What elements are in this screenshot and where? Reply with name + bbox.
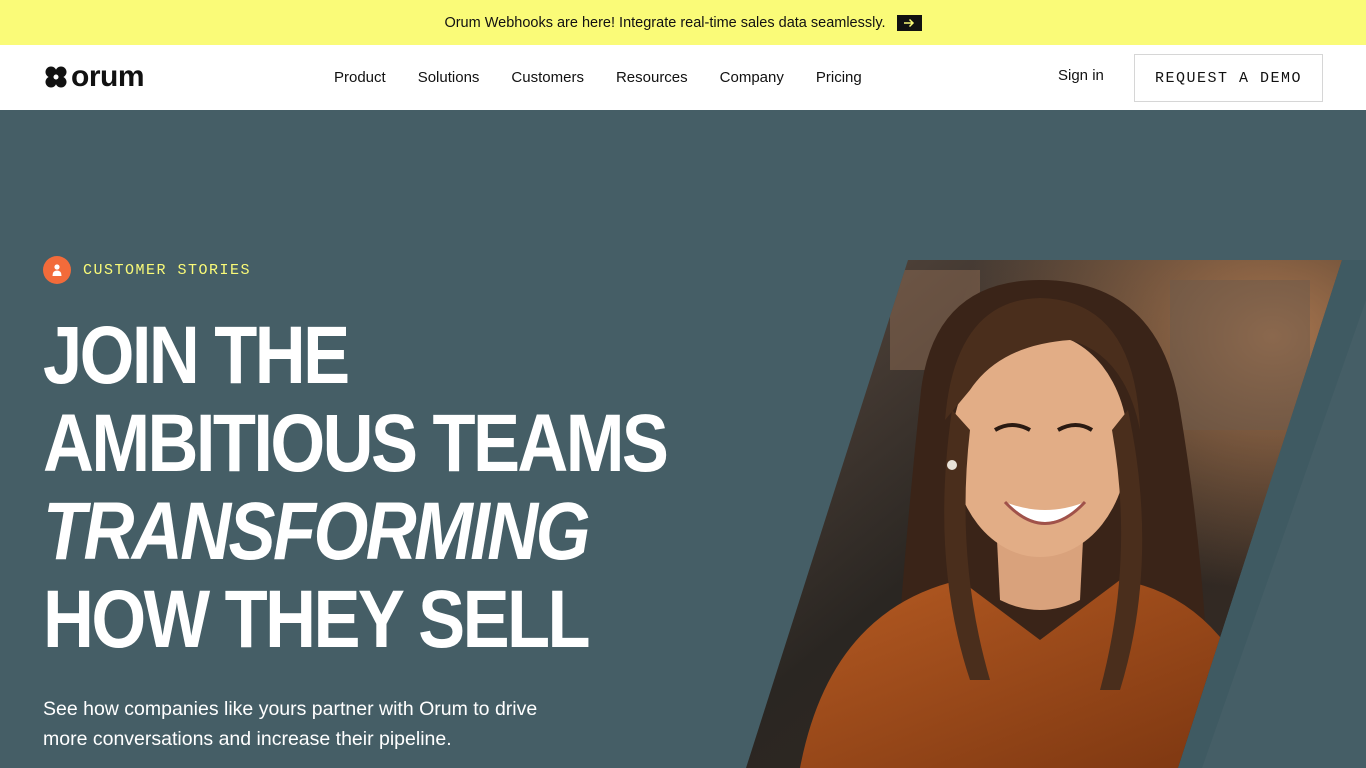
banner-text: Orum Webhooks are here! Integrate real-t… bbox=[444, 14, 886, 31]
orum-logo[interactable]: orum bbox=[43, 60, 145, 93]
person-icon bbox=[43, 256, 71, 284]
request-demo-button[interactable]: REQUEST A DEMO bbox=[1134, 54, 1323, 102]
hero-subtext: See how companies like yours partner wit… bbox=[43, 694, 563, 754]
nav-item-resources[interactable]: Resources bbox=[616, 69, 688, 86]
nav-item-customers[interactable]: Customers bbox=[511, 69, 584, 86]
hero-headline: JOIN THE AMBITIOUS TEAMS TRANSFORMING HO… bbox=[43, 312, 743, 664]
nav-item-solutions[interactable]: Solutions bbox=[418, 69, 480, 86]
nav-item-company[interactable]: Company bbox=[720, 69, 784, 86]
nav-menu: Product Solutions Customers Resources Co… bbox=[334, 45, 894, 110]
headline-line-4: HOW THEY SELL bbox=[43, 574, 591, 665]
sign-in-link[interactable]: Sign in bbox=[1058, 67, 1104, 84]
announcement-banner: Orum Webhooks are here! Integrate real-t… bbox=[0, 0, 1366, 45]
smiling-woman-photo bbox=[746, 260, 1366, 768]
hero-subtext-line-1: See how companies like yours partner wit… bbox=[43, 698, 538, 720]
nav-item-pricing[interactable]: Pricing bbox=[816, 69, 862, 86]
headline-line-1: JOIN THE bbox=[43, 310, 350, 401]
orum-logo-icon bbox=[45, 66, 67, 88]
hero-subtext-line-2: more conversations and increase their pi… bbox=[43, 728, 452, 750]
customer-stories-label: CUSTOMER STORIES bbox=[83, 261, 252, 279]
headline-line-2: AMBITIOUS TEAMS bbox=[43, 398, 669, 489]
logo-wordmark: orum bbox=[71, 60, 145, 93]
section-tag: CUSTOMER STORIES bbox=[43, 256, 251, 284]
hero-photo bbox=[740, 260, 1366, 768]
top-navigation: orum Product Solutions Customers Resourc… bbox=[0, 45, 1366, 110]
headline-line-3: TRANSFORMING bbox=[43, 486, 590, 577]
nav-item-product[interactable]: Product bbox=[334, 69, 386, 86]
arrow-right-icon[interactable] bbox=[896, 14, 922, 31]
